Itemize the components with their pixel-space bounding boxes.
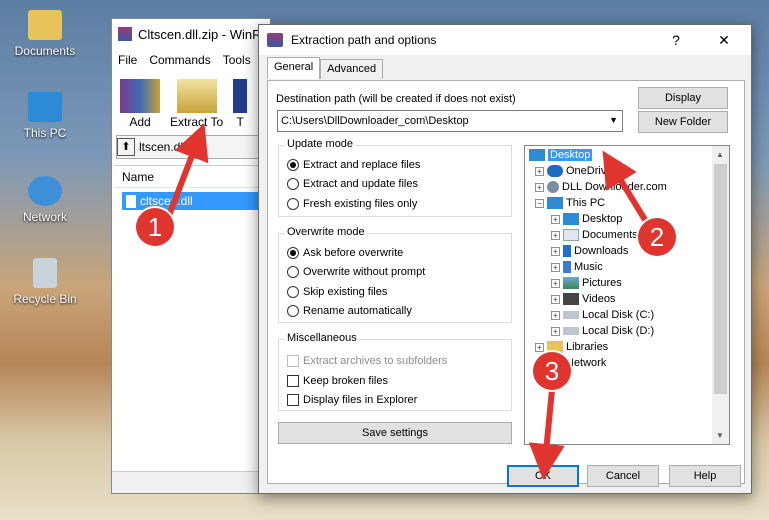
step-marker-2: 2 [638,218,676,256]
step-marker-1: 1 [136,208,174,246]
annotation-arrows [165,123,653,480]
arrow-3 [528,389,565,480]
arrow-2 [602,150,653,230]
arrow-1 [165,123,209,220]
step-marker-3: 3 [533,352,571,390]
